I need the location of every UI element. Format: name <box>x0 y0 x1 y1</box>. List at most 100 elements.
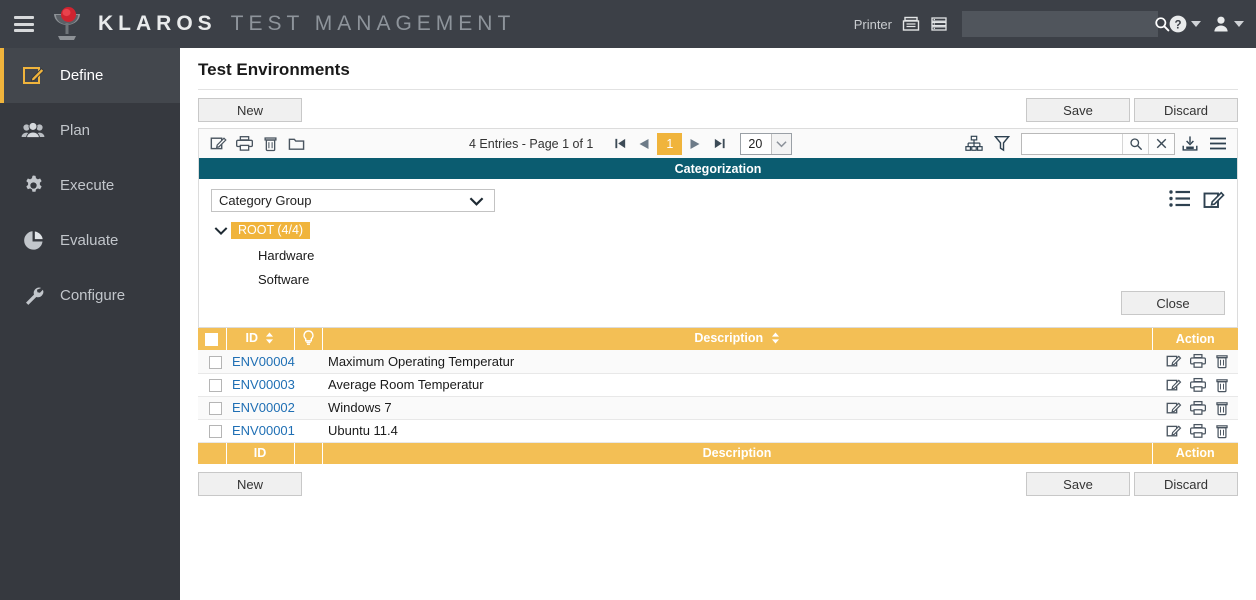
user-menu[interactable] <box>1211 14 1244 34</box>
row-print-icon[interactable] <box>1190 353 1206 369</box>
edit-icon[interactable] <box>1203 189 1225 213</box>
search-icon[interactable] <box>1122 133 1148 154</box>
row-edit-icon[interactable] <box>1166 377 1182 393</box>
hierarchy-icon[interactable] <box>961 132 987 156</box>
first-page-icon[interactable] <box>609 132 631 156</box>
column-header-bulb[interactable] <box>294 328 323 350</box>
row-print-icon[interactable] <box>1190 400 1206 416</box>
search-icon[interactable] <box>1154 16 1178 32</box>
save-button-bottom[interactable]: Save <box>1026 472 1130 496</box>
trash-icon[interactable] <box>257 132 283 156</box>
export-download-icon[interactable] <box>1177 132 1203 156</box>
last-page-icon[interactable] <box>708 132 730 156</box>
row-description-cell: Windows 7 <box>322 396 1152 420</box>
sort-updown-icon[interactable] <box>265 332 274 347</box>
row-edit-icon[interactable] <box>1166 423 1182 439</box>
new-button-bottom[interactable]: New <box>198 472 302 496</box>
column-header-id[interactable]: ID <box>226 328 295 350</box>
close-button[interactable]: Close <box>1121 291 1225 315</box>
printer-icon[interactable] <box>902 15 920 33</box>
filter-search-box[interactable] <box>1021 132 1175 155</box>
table-row[interactable]: ENV00001 Ubuntu 11.4 <box>198 419 1238 443</box>
bottom-action-row: New Save Discard <box>198 464 1238 502</box>
category-group-select[interactable]: Category Group <box>211 189 495 212</box>
table-footer: ID Description Action <box>198 442 1238 464</box>
row-delete-icon[interactable] <box>1214 400 1230 416</box>
discard-button-top[interactable]: Discard <box>1134 98 1238 122</box>
evaluate-pie-icon <box>20 229 46 253</box>
sidebar-item-configure[interactable]: Configure <box>0 268 180 323</box>
table-row[interactable]: ENV00004 Maximum Operating Temperatur <box>198 350 1238 374</box>
row-action-cell <box>1152 350 1238 374</box>
sidebar-item-label: Configure <box>60 287 126 304</box>
row-bulb-cell <box>294 350 322 374</box>
test-environments-table: ID Description Action ENV00004 Maximum O… <box>198 328 1238 464</box>
row-edit-icon[interactable] <box>1166 400 1182 416</box>
print-icon[interactable] <box>231 132 257 156</box>
main-content: Test Environments New Save Discard 4 Ent… <box>180 48 1256 600</box>
footer-cell-id: ID <box>226 442 295 464</box>
chevron-down-icon[interactable] <box>771 133 792 154</box>
row-description-cell: Maximum Operating Temperatur <box>322 350 1152 374</box>
row-checkbox[interactable] <box>208 379 222 393</box>
row-checkbox[interactable] <box>208 355 222 369</box>
categorization-title: Categorization <box>199 158 1237 179</box>
row-delete-icon[interactable] <box>1214 377 1230 393</box>
clear-x-icon[interactable] <box>1148 133 1174 154</box>
list-menu-icon[interactable] <box>1205 132 1231 156</box>
row-print-icon[interactable] <box>1190 423 1206 439</box>
row-delete-icon[interactable] <box>1214 353 1230 369</box>
header-right-controls: Printer ? <box>854 11 1256 37</box>
sort-updown-icon[interactable] <box>771 332 780 347</box>
server-icon[interactable] <box>930 15 948 33</box>
row-bulb-cell <box>294 396 322 420</box>
column-header-action-label: Action <box>1175 332 1215 346</box>
bullet-list-icon[interactable] <box>1169 189 1191 213</box>
filter-search-input[interactable] <box>1022 133 1122 154</box>
edit-icon[interactable] <box>205 132 231 156</box>
row-edit-icon[interactable] <box>1166 353 1182 369</box>
page-title: Test Environments <box>198 48 1238 90</box>
column-header-description[interactable]: Description <box>322 328 1153 350</box>
user-icon[interactable] <box>1211 14 1231 34</box>
sidebar-item-evaluate[interactable]: Evaluate <box>0 213 180 268</box>
folder-icon[interactable] <box>283 132 309 156</box>
tree-item-hardware[interactable]: Hardware <box>258 248 1225 263</box>
row-id-link[interactable]: ENV00004 <box>232 354 295 369</box>
global-search-input[interactable] <box>962 16 1154 32</box>
row-delete-icon[interactable] <box>1214 423 1230 439</box>
chevron-down-icon[interactable] <box>1191 21 1201 27</box>
next-page-icon[interactable] <box>684 132 706 156</box>
row-id-link[interactable]: ENV00003 <box>232 377 295 392</box>
row-print-icon[interactable] <box>1190 377 1206 393</box>
klaros-logo-icon <box>46 5 88 43</box>
row-id-link[interactable]: ENV00002 <box>232 400 295 415</box>
table-row[interactable]: ENV00003 Average Room Temperatur <box>198 373 1238 397</box>
save-button-top[interactable]: Save <box>1026 98 1130 122</box>
sidebar-item-define[interactable]: Define <box>0 48 180 103</box>
row-checkbox[interactable] <box>208 425 222 439</box>
sidebar-item-plan[interactable]: Plan <box>0 103 180 158</box>
tree-root-label[interactable]: ROOT (4/4) <box>231 222 311 239</box>
page-size-select[interactable]: 20 <box>740 132 793 155</box>
entries-count-label: 4 Entries - Page 1 of 1 <box>469 136 594 151</box>
discard-button-bottom[interactable]: Discard <box>1134 472 1238 496</box>
chevron-down-icon[interactable] <box>1234 21 1244 27</box>
previous-page-icon[interactable] <box>633 132 655 156</box>
select-all-checkbox[interactable] <box>205 333 219 347</box>
current-page-button[interactable]: 1 <box>657 132 683 155</box>
new-button-top[interactable]: New <box>198 98 302 122</box>
top-action-row: New Save Discard <box>198 90 1238 128</box>
sidebar-item-execute[interactable]: Execute <box>0 158 180 213</box>
chevron-down-icon[interactable] <box>211 226 231 236</box>
row-id-link[interactable]: ENV00001 <box>232 423 295 438</box>
table-row[interactable]: ENV00002 Windows 7 <box>198 396 1238 420</box>
row-action-cell <box>1152 396 1238 420</box>
filter-funnel-icon[interactable] <box>989 132 1015 156</box>
tree-item-software[interactable]: Software <box>258 272 1225 287</box>
chevron-down-icon[interactable] <box>469 195 484 210</box>
global-search-box[interactable] <box>962 11 1170 37</box>
hamburger-menu-icon[interactable] <box>14 16 34 32</box>
row-checkbox[interactable] <box>208 402 222 416</box>
row-id-cell: ENV00001 <box>226 419 295 443</box>
